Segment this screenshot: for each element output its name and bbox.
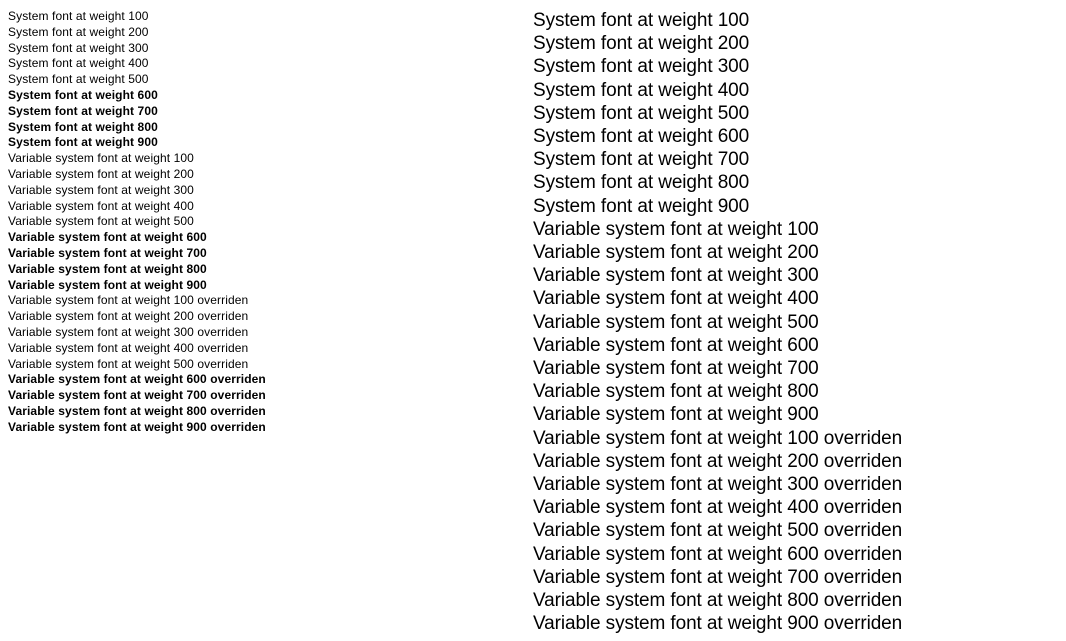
text-line: Variable system font at weight 500 overr… (533, 519, 1066, 542)
text-line: Variable system font at weight 700 (533, 357, 1066, 380)
text-line: Variable system font at weight 100 (8, 151, 533, 167)
text-line: System font at weight 300 (533, 55, 1066, 78)
text-line: System font at weight 500 (533, 102, 1066, 125)
text-line: Variable system font at weight 700 overr… (8, 388, 533, 404)
text-line: System font at weight 300 (8, 41, 533, 57)
text-line: Variable system font at weight 500 (533, 311, 1066, 334)
text-line: Variable system font at weight 300 (533, 264, 1066, 287)
text-line: Variable system font at weight 500 overr… (8, 357, 533, 373)
text-line: Variable system font at weight 400 overr… (8, 341, 533, 357)
text-line: Variable system font at weight 600 overr… (533, 543, 1066, 566)
text-line: Variable system font at weight 900 overr… (8, 420, 533, 436)
text-line: Variable system font at weight 200 overr… (533, 450, 1066, 473)
text-line: System font at weight 900 (8, 135, 533, 151)
text-line: System font at weight 400 (533, 79, 1066, 102)
text-line: Variable system font at weight 800 (533, 380, 1066, 403)
text-line: Variable system font at weight 600 (8, 230, 533, 246)
text-line: Variable system font at weight 600 overr… (8, 372, 533, 388)
left-column: System font at weight 100System font at … (0, 0, 533, 641)
text-line: Variable system font at weight 900 (533, 403, 1066, 426)
text-line: System font at weight 100 (8, 9, 533, 25)
text-line: System font at weight 500 (8, 72, 533, 88)
text-line: System font at weight 200 (533, 32, 1066, 55)
text-line: System font at weight 600 (8, 88, 533, 104)
text-line: System font at weight 700 (533, 148, 1066, 171)
text-line: Variable system font at weight 300 (8, 183, 533, 199)
text-line: Variable system font at weight 400 (533, 287, 1066, 310)
text-line: Variable system font at weight 600 (533, 334, 1066, 357)
text-line: Variable system font at weight 300 overr… (8, 325, 533, 341)
text-line: Variable system font at weight 400 (8, 199, 533, 215)
text-line: System font at weight 200 (8, 25, 533, 41)
text-line: Variable system font at weight 200 overr… (8, 309, 533, 325)
text-line: Variable system font at weight 500 (8, 214, 533, 230)
text-line: Variable system font at weight 400 overr… (533, 496, 1066, 519)
text-line: Variable system font at weight 900 (8, 278, 533, 294)
text-line: System font at weight 700 (8, 104, 533, 120)
text-line: Variable system font at weight 900 overr… (533, 612, 1066, 635)
text-line: System font at weight 800 (8, 120, 533, 136)
text-line: System font at weight 600 (533, 125, 1066, 148)
right-column: System font at weight 100System font at … (533, 0, 1066, 641)
text-line: Variable system font at weight 100 (533, 218, 1066, 241)
text-line: Variable system font at weight 100 overr… (533, 427, 1066, 450)
text-line: System font at weight 800 (533, 171, 1066, 194)
text-line: Variable system font at weight 200 (533, 241, 1066, 264)
text-line: System font at weight 900 (533, 195, 1066, 218)
text-line: Variable system font at weight 800 (8, 262, 533, 278)
text-line: Variable system font at weight 100 overr… (8, 293, 533, 309)
text-line: Variable system font at weight 200 (8, 167, 533, 183)
text-line: Variable system font at weight 300 overr… (533, 473, 1066, 496)
text-line: System font at weight 400 (8, 56, 533, 72)
text-line: System font at weight 100 (533, 9, 1066, 32)
text-line: Variable system font at weight 800 overr… (533, 589, 1066, 612)
text-line: Variable system font at weight 700 overr… (533, 566, 1066, 589)
text-line: Variable system font at weight 800 overr… (8, 404, 533, 420)
text-line: Variable system font at weight 700 (8, 246, 533, 262)
